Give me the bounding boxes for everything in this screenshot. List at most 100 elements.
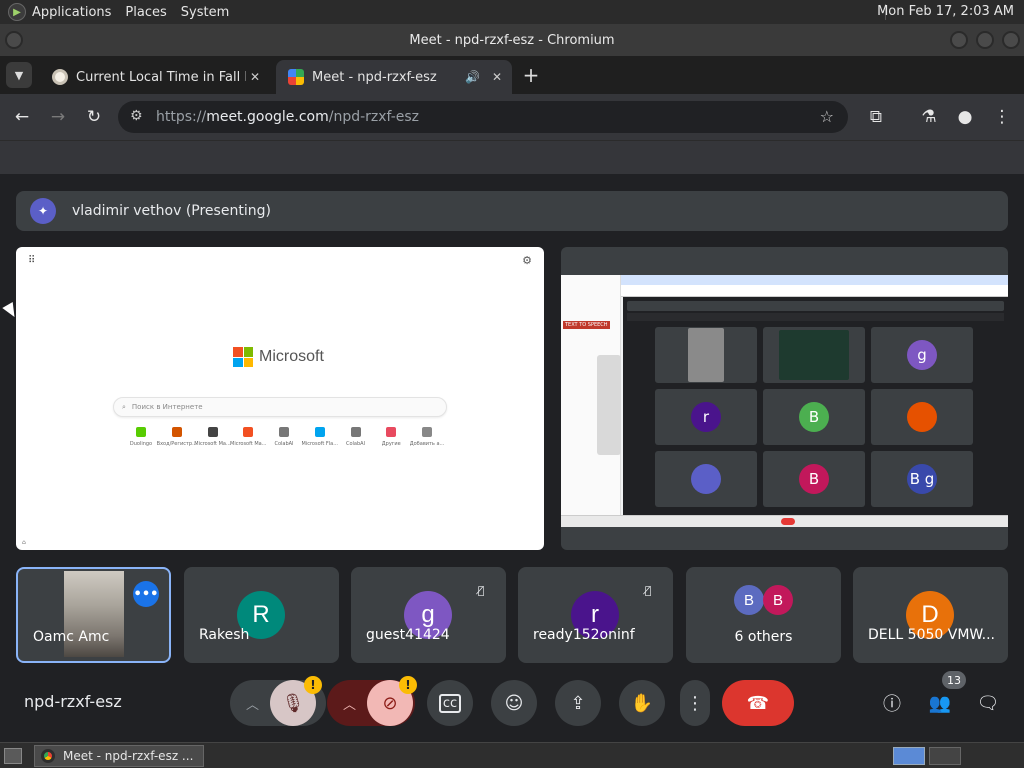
minimize-button[interactable] bbox=[950, 31, 968, 49]
quick-link-tile: Duolingo bbox=[124, 427, 158, 447]
quick-link-tile: Добавить а... bbox=[410, 427, 444, 447]
leave-call-button[interactable]: ☎ bbox=[722, 680, 794, 726]
more-options-button[interactable]: ⋮ bbox=[680, 680, 710, 726]
present-screen-button[interactable]: ⇪ bbox=[555, 680, 601, 726]
more-options-icon[interactable]: ••• bbox=[133, 581, 159, 607]
nested-avatar: B bbox=[799, 464, 829, 494]
mic-icon: 🎙 bbox=[281, 692, 305, 714]
participant-avatar: B bbox=[763, 585, 793, 615]
quick-link-icon bbox=[136, 427, 146, 437]
extensions-button[interactable]: ⧉ bbox=[864, 105, 888, 129]
quick-link-label: ColabAI bbox=[274, 441, 294, 447]
labs-button[interactable]: ⚗ bbox=[917, 105, 941, 129]
show-desktop-button[interactable] bbox=[4, 748, 22, 764]
participant-tile[interactable]: 🎙̸ g guest41424 bbox=[351, 567, 506, 663]
video-options-chevron-icon[interactable]: ︿ bbox=[343, 694, 356, 713]
tab-title: Meet - npd-rzxf-esz bbox=[312, 69, 437, 85]
close-tab-icon[interactable]: ✕ bbox=[488, 70, 506, 84]
window-titlebar[interactable]: Meet - npd-rzxf-esz - Chromium bbox=[0, 24, 1024, 56]
tab-search-button[interactable]: ▼ bbox=[6, 62, 32, 88]
nested-participant-tile bbox=[655, 451, 757, 507]
arrow-left-icon: ← bbox=[14, 107, 30, 127]
search-placeholder: Поиск в Интернете bbox=[131, 403, 203, 411]
search-icon: ⌕ bbox=[122, 402, 126, 411]
quick-link-tile: Microsoft Ma... bbox=[230, 427, 267, 447]
participant-name: Rakesh bbox=[199, 627, 250, 643]
meeting-details-button[interactable]: ⓘ bbox=[879, 690, 905, 716]
forward-button[interactable]: → bbox=[46, 105, 70, 129]
end-call-icon: ☎ bbox=[746, 692, 770, 714]
address-bar[interactable]: ⚙ https://meet.google.com/npd-rzxf-esz ☆ bbox=[118, 101, 848, 133]
close-window-button[interactable] bbox=[1002, 31, 1020, 49]
workspace-2[interactable] bbox=[929, 747, 961, 765]
window-menu-button[interactable] bbox=[5, 31, 23, 49]
participant-name: ready152oninf bbox=[533, 627, 635, 643]
tab-title: Current Local Time in Fall Riv bbox=[76, 69, 246, 85]
people-button[interactable]: 👥 bbox=[927, 690, 953, 716]
participant-tile-self[interactable]: ••• Oamc Amc bbox=[16, 567, 171, 663]
shared-screen-edge-newtab[interactable]: ⠿ ⚙ Microsoft ⌕ Поиск в Интернете Duolin… bbox=[16, 247, 544, 550]
reload-button[interactable]: ↻ bbox=[82, 105, 106, 129]
url-host: meet.google.com bbox=[206, 109, 329, 125]
quick-link-tile: ColabAI bbox=[339, 427, 373, 447]
reactions-button[interactable]: ☺ bbox=[491, 680, 537, 726]
browser-menu-button[interactable]: ⋮ bbox=[990, 105, 1014, 129]
tts-label: TEXT TO SPEECH bbox=[563, 321, 610, 329]
participant-tile[interactable]: D DELL 5050 VMW... bbox=[853, 567, 1008, 663]
participant-name: Oamc Amc bbox=[33, 629, 110, 645]
chevron-down-icon: ▼ bbox=[14, 68, 24, 82]
system-taskbar: Meet - npd-rzxf-esz ... bbox=[0, 742, 1024, 768]
new-tab-button[interactable]: + bbox=[520, 63, 542, 87]
shared-screen-nested-meet[interactable]: TEXT TO SPEECH g r B B B g bbox=[561, 247, 1008, 550]
quick-link-icon bbox=[207, 427, 218, 437]
audio-options-chevron-icon[interactable]: ︿ bbox=[246, 694, 259, 713]
system-top-panel: ▶ Applications Places System Mon Feb 17,… bbox=[0, 0, 1024, 24]
tab-local-time[interactable]: Current Local Time in Fall Riv ✕ bbox=[40, 60, 270, 94]
participant-tile[interactable]: R Rakesh bbox=[184, 567, 339, 663]
quick-link-label: Microsoft Fla... bbox=[301, 441, 338, 447]
participant-tile[interactable]: 🎙̸ r ready152oninf bbox=[518, 567, 673, 663]
nested-avatar: B g bbox=[907, 464, 937, 494]
workspace-1[interactable] bbox=[893, 747, 925, 765]
back-button[interactable]: ← bbox=[10, 105, 34, 129]
applications-menu[interactable]: Applications bbox=[32, 5, 111, 20]
system-menu[interactable]: System bbox=[181, 5, 229, 20]
flask-icon: ⚗ bbox=[921, 107, 937, 127]
taskbar-window-label: Meet - npd-rzxf-esz ... bbox=[63, 749, 194, 763]
window-title: Meet - npd-rzxf-esz - Chromium bbox=[409, 32, 615, 48]
applications-menu-icon[interactable]: ▶ bbox=[8, 3, 26, 21]
quick-link-icon bbox=[171, 427, 182, 437]
participant-avatar: B bbox=[734, 585, 764, 615]
speaker-icon[interactable]: 🔊 bbox=[465, 70, 480, 84]
participant-tile-others[interactable]: B B 6 others bbox=[686, 567, 841, 663]
clock-favicon-icon bbox=[52, 69, 68, 85]
hand-icon: ✋ bbox=[630, 692, 654, 714]
nested-participant-tile bbox=[655, 327, 757, 383]
profile-button[interactable]: ● bbox=[953, 105, 977, 129]
taskbar-window-button[interactable]: Meet - npd-rzxf-esz ... bbox=[34, 745, 204, 767]
chat-button[interactable]: 🗨 bbox=[975, 690, 1001, 716]
nested-tabstrip bbox=[621, 275, 1008, 285]
captions-button[interactable]: cc bbox=[427, 680, 473, 726]
settings-gear-icon: ⚙ bbox=[522, 254, 532, 267]
mic-warning-icon: ! bbox=[304, 676, 322, 694]
maximize-button[interactable] bbox=[976, 31, 994, 49]
arrow-right-icon: → bbox=[50, 107, 66, 127]
nested-browser: TEXT TO SPEECH g r B B B g bbox=[561, 275, 1008, 527]
places-menu[interactable]: Places bbox=[125, 5, 166, 20]
raise-hand-button[interactable]: ✋ bbox=[619, 680, 665, 726]
microsoft-squares-icon bbox=[233, 347, 253, 367]
participant-name: DELL 5050 VMW... bbox=[868, 627, 995, 643]
tab-meet[interactable]: Meet - npd-rzxf-esz 🔊 ✕ bbox=[276, 60, 512, 94]
presenter-label: vladimir vethov (Presenting) bbox=[72, 203, 271, 219]
clock[interactable]: Mon Feb 17, 2:03 AM bbox=[877, 4, 1014, 19]
puzzle-icon: ⧉ bbox=[869, 107, 883, 127]
present-screen-icon: ⇪ bbox=[570, 692, 586, 714]
close-tab-icon[interactable]: ✕ bbox=[246, 70, 264, 84]
site-info-icon[interactable]: ⚙ bbox=[130, 108, 143, 124]
nested-avatar bbox=[691, 464, 721, 494]
nested-avatar bbox=[907, 402, 937, 432]
quick-link-tile: Microsoft Fla... bbox=[301, 427, 338, 447]
quick-link-label: Вход/Регистр... bbox=[156, 441, 197, 447]
bookmark-star-icon[interactable]: ☆ bbox=[820, 107, 834, 126]
